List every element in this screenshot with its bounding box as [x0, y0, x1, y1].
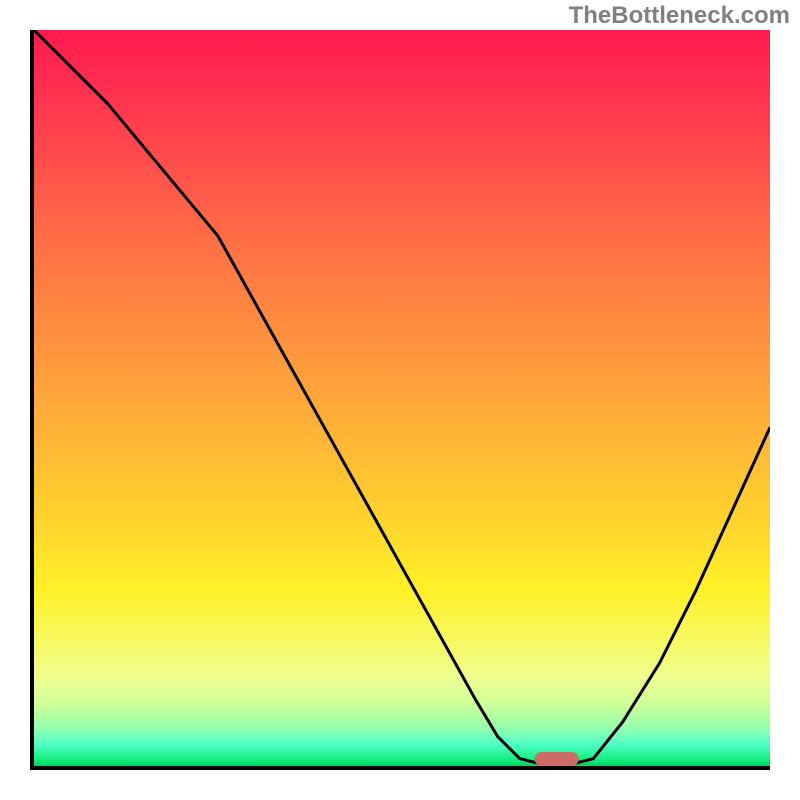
chart-container: TheBottleneck.com: [0, 0, 800, 800]
plot-axes: [30, 30, 770, 770]
curve-svg: [34, 30, 770, 766]
bottleneck-curve: [34, 30, 770, 766]
plot-area: [34, 30, 770, 766]
watermark-text: TheBottleneck.com: [569, 2, 790, 30]
optimum-marker: [535, 752, 579, 766]
